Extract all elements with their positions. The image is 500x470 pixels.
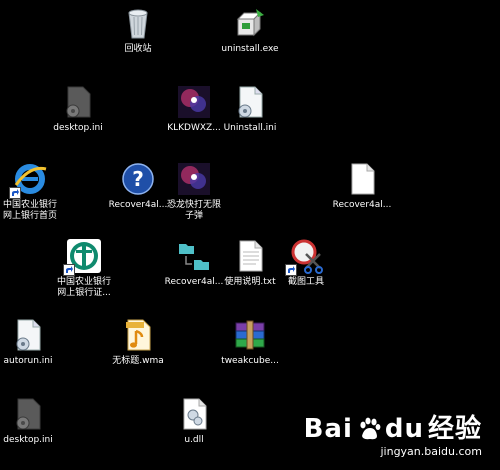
dll-file-icon: [176, 396, 212, 432]
watermark-brand-cn: 经验: [427, 414, 482, 444]
desktop-icon-label: 回收站: [124, 44, 152, 54]
desktop-icon-label: 中国农业银行 网上银行首页: [2, 200, 57, 221]
shortcut-arrow-icon: [63, 264, 75, 276]
archive-icon: [232, 317, 268, 353]
desktop-icon-label: 无标题.wma: [112, 356, 164, 366]
snipping-tool-icon: [285, 238, 324, 276]
desktop-icon-abc-homepage[interactable]: 中国农业银行 网上银行首页: [0, 161, 70, 222]
desktop-icon-label: u.dll: [184, 435, 204, 445]
installer-icon: [232, 5, 268, 41]
image-icon: [176, 161, 212, 197]
svg-text:?: ?: [132, 167, 144, 191]
desktop-icon-label: Recover4al...: [332, 200, 392, 210]
desktop-icon-label: tweakcube...: [221, 356, 279, 366]
desktop-icon-label: uninstall.exe: [221, 44, 279, 54]
watermark-brand: Bai: [303, 414, 353, 444]
desktop-icon-u-dll[interactable]: u.dll: [154, 396, 234, 446]
desktop-icon-tweakcube[interactable]: tweakcube...: [210, 317, 290, 367]
desktop-icon-dino-game[interactable]: 恐龙快打无限 子弹: [154, 161, 234, 222]
desktop-icon-untitled-wma[interactable]: 无标题.wma: [98, 317, 178, 367]
watermark-url: jingyan.baidu.com: [380, 445, 482, 458]
desktop-icon-abc-certificate[interactable]: 中国农业银行 网上银行证...: [44, 238, 124, 299]
desktop-icon-label: 中国农业银行 网上银行证...: [56, 277, 111, 298]
desktop-icon-desktop-ini[interactable]: desktop.ini: [38, 84, 118, 134]
desktop-icon-label: 截图工具: [287, 277, 324, 287]
watermark-brand-suffix: du: [384, 414, 424, 444]
help-icon: ?: [120, 161, 156, 197]
desktop-icon-recover4al-file[interactable]: Recover4al...: [322, 161, 402, 211]
desktop-icon-uninstall-ini[interactable]: Uninstall.ini: [210, 84, 290, 134]
settings-file-icon: [232, 84, 268, 120]
desktop-icon-label: autorun.ini: [3, 356, 53, 366]
desktop-icon-autorun-ini[interactable]: autorun.ini: [0, 317, 68, 367]
abc-bank-icon: [63, 238, 102, 276]
desktop-icon-label: desktop.ini: [53, 123, 103, 133]
settings-file-icon: [10, 317, 46, 353]
audio-file-icon: [120, 317, 156, 353]
shortcut-arrow-icon: [285, 264, 297, 276]
desktop-icon-uninstall-exe[interactable]: uninstall.exe: [210, 5, 290, 55]
folder-link-icon: [176, 238, 212, 274]
desktop-icon-desktop-ini-2[interactable]: desktop.ini: [0, 396, 68, 446]
blank-file-icon: [344, 161, 380, 197]
text-file-icon: [232, 238, 268, 274]
baidu-jingyan-watermark: Bai du 经验 jingyan.baidu.com: [304, 415, 482, 458]
desktop-icon-snipping-tool[interactable]: 截图工具: [266, 238, 346, 288]
desktop-icon-label: 恐龙快打无限 子弹: [166, 200, 221, 221]
recycle-bin-icon: [120, 5, 156, 41]
desktop-icon-recycle-bin[interactable]: 回收站: [98, 5, 178, 55]
paw-logo-icon: [356, 416, 382, 442]
shortcut-arrow-icon: [9, 187, 21, 199]
internet-explorer-icon: [9, 161, 48, 199]
desktop-icon-label: desktop.ini: [3, 435, 53, 445]
settings-file-icon: [10, 396, 46, 432]
settings-file-icon: [60, 84, 96, 120]
desktop-icon-label: Uninstall.ini: [223, 123, 277, 133]
image-icon: [176, 84, 212, 120]
